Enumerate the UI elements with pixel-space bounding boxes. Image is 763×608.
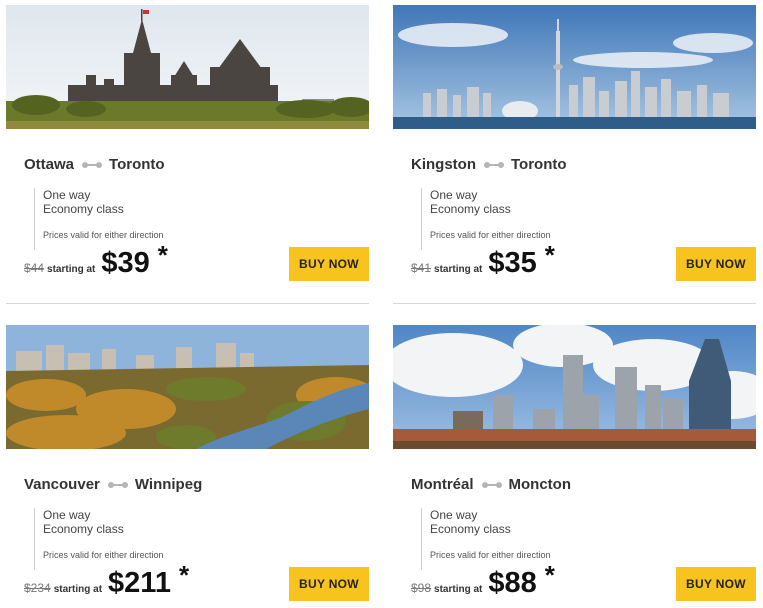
buy-now-button[interactable]: BUY NOW (676, 247, 756, 281)
route-connector-icon (484, 160, 504, 170)
destination-city: Toronto (511, 156, 567, 173)
old-price: $98 (411, 581, 432, 595)
deal-card-vancouver-winnipeg: Vancouver Winnipeg One way Economy class… (6, 325, 369, 608)
buy-now-button[interactable]: BUY NOW (289, 247, 369, 281)
price-block: $234 starting at $211 * (24, 560, 189, 600)
sale-price: $211 (108, 567, 171, 599)
route: Montréal Moncton (411, 476, 571, 493)
origin-city: Kingston (411, 156, 476, 173)
trip-type: One way (430, 508, 478, 522)
montreal-skyline-photo[interactable] (393, 325, 756, 449)
sale-price: $39 (101, 247, 150, 279)
toronto-skyline-photo[interactable] (393, 5, 756, 129)
deal-card-ottawa-toronto: Ottawa Toronto One way Economy class Pri… (6, 5, 369, 305)
sale-price: $35 (488, 247, 537, 279)
price-block: $98 starting at $88 * (411, 560, 555, 600)
asterisk: * (544, 240, 555, 270)
trip-type: One way (430, 188, 478, 202)
asterisk: * (544, 560, 555, 590)
route: Kingston Toronto (411, 156, 567, 173)
origin-city: Montréal (411, 476, 474, 493)
route-connector-icon (481, 480, 502, 490)
price-note: Prices valid for either direction (430, 230, 551, 240)
sale-price: $88 (488, 567, 537, 599)
buy-now-button[interactable]: BUY NOW (676, 567, 756, 601)
cabin-class: Economy class (43, 522, 124, 536)
cabin-class: Economy class (43, 202, 124, 216)
cabin-class: Economy class (430, 202, 511, 216)
divider (6, 303, 369, 304)
fare-details: One way Economy class Prices valid for e… (421, 188, 551, 250)
route-connector-icon (107, 480, 128, 490)
buy-now-button[interactable]: BUY NOW (289, 567, 369, 601)
price-block: $44 starting at $39 * (24, 240, 168, 280)
route: Vancouver Winnipeg (24, 476, 202, 493)
price-block: $41 starting at $35 * (411, 240, 555, 280)
cabin-class: Economy class (430, 522, 511, 536)
winnipeg-river-photo[interactable] (6, 325, 369, 449)
ottawa-parliament-photo[interactable] (6, 5, 369, 129)
deal-card-montreal-moncton: Montréal Moncton One way Economy class P… (393, 325, 756, 608)
origin-city: Vancouver (24, 476, 100, 493)
starting-at-label: starting at (434, 264, 483, 275)
route-connector-icon (82, 160, 103, 170)
old-price: $41 (411, 261, 432, 275)
fare-details: One way Economy class Prices valid for e… (34, 508, 164, 570)
route: Ottawa Toronto (24, 156, 165, 173)
starting-at-label: starting at (53, 584, 103, 595)
origin-city: Ottawa (24, 156, 75, 173)
destination-city: Moncton (508, 476, 571, 493)
trip-type: One way (43, 508, 91, 522)
trip-type: One way (43, 188, 91, 202)
fare-details: One way Economy class Prices valid for e… (34, 188, 164, 250)
price-note: Prices valid for either direction (43, 550, 164, 560)
price-note: Prices valid for either direction (43, 230, 164, 240)
price-note: Prices valid for either direction (430, 550, 551, 560)
fare-details: One way Economy class Prices valid for e… (421, 508, 551, 570)
destination-city: Winnipeg (134, 476, 203, 493)
asterisk: * (157, 240, 168, 270)
old-price: $234 (24, 581, 51, 595)
starting-at-label: starting at (47, 264, 96, 275)
starting-at-label: starting at (434, 584, 483, 595)
deal-card-kingston-toronto: Kingston Toronto One way Economy class P… (393, 5, 756, 305)
old-price: $44 (24, 261, 45, 275)
asterisk: * (178, 560, 190, 590)
divider (393, 303, 756, 304)
destination-city: Toronto (109, 156, 165, 173)
